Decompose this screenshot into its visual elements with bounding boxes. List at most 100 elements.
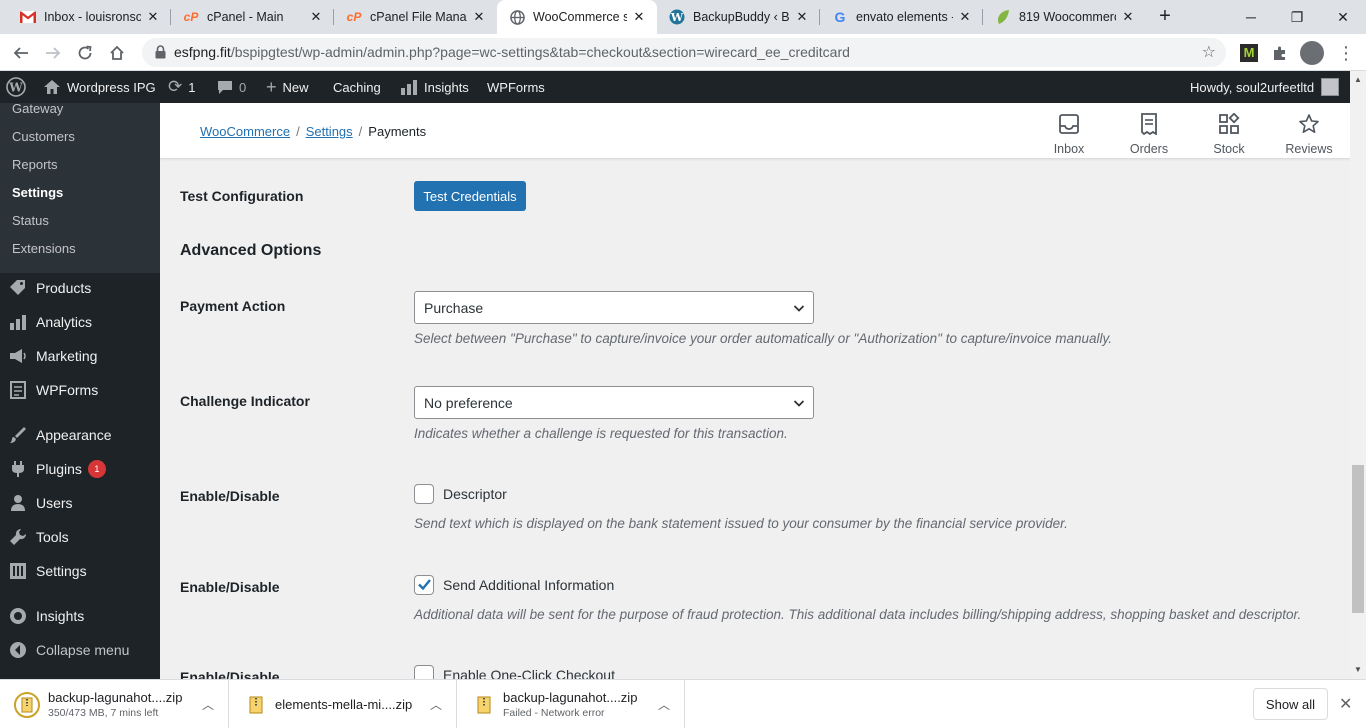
chevron-up-icon[interactable]: ︿	[430, 696, 442, 713]
header-reviews-button[interactable]: Reviews	[1279, 112, 1339, 156]
address-bar[interactable]: esfpng.fit/bspipgtest/wp-admin/admin.php…	[142, 38, 1226, 67]
forward-button[interactable]	[40, 40, 66, 66]
woocommerce-header: WooCommerce / Settings / Payments Inbox Orde…	[160, 103, 1350, 159]
collapse-icon	[0, 641, 36, 659]
sidebar-item-settings[interactable]: Settings	[0, 554, 160, 588]
wordpress-logo-icon[interactable]: W	[6, 71, 26, 103]
wordpress-icon: W	[669, 9, 685, 25]
breadcrumb-settings-link[interactable]: Settings	[306, 124, 353, 139]
scroll-down-arrow[interactable]: ▼	[1354, 665, 1362, 674]
browser-tab[interactable]: cP cPanel File Manag ✕	[334, 0, 497, 34]
sidebar-item-analytics[interactable]: Analytics	[0, 305, 160, 339]
wpforms-link[interactable]: WPForms	[487, 71, 545, 103]
bookmark-star-icon[interactable]: ☆	[1202, 42, 1216, 62]
caching-label: Caching	[333, 79, 381, 95]
lock-icon[interactable]	[155, 45, 166, 62]
sidebar-item-plugins[interactable]: Plugins 1	[0, 452, 160, 486]
back-button[interactable]	[8, 40, 34, 66]
submenu-item-customers[interactable]: Customers	[12, 129, 75, 144]
sidebar-item-products[interactable]: Products	[0, 271, 160, 305]
tab-title: BackupBuddy ‹ Ba	[693, 10, 790, 24]
payment-action-select[interactable]: Purchase	[414, 291, 814, 324]
my-account-link[interactable]: Howdy, soul2urfeetltd	[1190, 71, 1340, 103]
header-stock-button[interactable]: Stock	[1199, 112, 1259, 156]
tab-title: envato elements -	[856, 10, 953, 24]
extension-m-icon[interactable]: M	[1236, 40, 1262, 66]
sidebar-item-label: Insights	[36, 608, 85, 624]
close-icon[interactable]: ✕	[308, 9, 324, 25]
google-icon: G	[834, 9, 846, 25]
challenge-indicator-select[interactable]: No preference	[414, 386, 814, 419]
restore-button[interactable]: ❐	[1274, 0, 1320, 34]
submenu-item-reports[interactable]: Reports	[12, 157, 58, 172]
comments-link[interactable]: 0	[217, 71, 246, 103]
window-close-button[interactable]: ✕	[1320, 0, 1366, 34]
bar-chart-icon	[400, 79, 418, 95]
close-icon[interactable]: ✕	[471, 9, 487, 25]
analytics-icon	[0, 314, 36, 330]
browser-tab-active[interactable]: WooCommerce se ✕	[497, 0, 657, 34]
reviews-icon	[1279, 112, 1339, 136]
one-click-checkbox[interactable]	[414, 665, 434, 679]
site-name-link[interactable]: Wordpress IPG	[43, 71, 156, 103]
header-orders-button[interactable]: Orders	[1119, 112, 1179, 156]
show-all-downloads-button[interactable]: Show all	[1253, 688, 1328, 720]
descriptor-checkbox[interactable]	[414, 484, 434, 504]
additional-info-checkbox[interactable]	[414, 575, 434, 595]
close-icon[interactable]: ✕	[794, 9, 810, 25]
insights-link[interactable]: Insights	[400, 71, 469, 103]
sidebar-item-users[interactable]: Users	[0, 486, 160, 520]
collapse-menu-button[interactable]: Collapse menu	[0, 633, 160, 667]
header-inbox-button[interactable]: Inbox	[1039, 112, 1099, 156]
extensions-puzzle-icon[interactable]	[1267, 40, 1293, 66]
chevron-up-icon[interactable]: ︿	[658, 696, 670, 713]
sidebar-item-wpforms[interactable]: WPForms	[0, 373, 160, 407]
download-item[interactable]: backup-lagunahot....zip Failed - Network…	[457, 680, 685, 728]
descriptor-option-label[interactable]: Descriptor	[443, 486, 507, 502]
chevron-up-icon[interactable]: ︿	[202, 696, 214, 713]
sidebar-item-appearance[interactable]: Appearance	[0, 418, 160, 452]
admin-sidebar: Gateway Customers Reports Settings Statu…	[0, 103, 160, 679]
home-button[interactable]	[104, 40, 130, 66]
close-icon[interactable]: ✕	[1339, 694, 1352, 714]
submenu-item-extensions[interactable]: Extensions	[12, 241, 76, 256]
new-tab-button[interactable]: +	[1153, 5, 1177, 29]
sidebar-item-tools[interactable]: Tools	[0, 520, 160, 554]
sidebar-item-insights[interactable]: Insights	[0, 599, 160, 633]
close-icon[interactable]: ✕	[957, 9, 973, 25]
submenu-item-status[interactable]: Status	[12, 213, 49, 228]
sidebar-item-marketing[interactable]: Marketing	[0, 339, 160, 373]
browser-tab-strip: Inbox - louisronson ✕ cP cPanel - Main ✕…	[0, 0, 1366, 34]
page-scrollbar[interactable]: ▲ ▼	[1350, 71, 1366, 679]
appearance-icon	[0, 426, 36, 444]
minimize-button[interactable]: ─	[1228, 0, 1274, 34]
updates-link[interactable]: ⟳ 1	[168, 71, 195, 103]
profile-avatar[interactable]	[1299, 40, 1325, 66]
tab-title: 819 Woocommerc	[1019, 10, 1116, 24]
scroll-up-arrow[interactable]: ▲	[1354, 75, 1362, 84]
submenu-item-gateway[interactable]: Gateway	[12, 103, 63, 116]
browser-tab[interactable]: Inbox - louisronson ✕	[8, 0, 171, 34]
close-icon[interactable]: ✕	[631, 9, 647, 25]
new-content-link[interactable]: + New	[266, 71, 309, 103]
close-icon[interactable]: ✕	[145, 9, 161, 25]
caching-link[interactable]: Caching	[333, 71, 381, 103]
download-status: 350/473 MB, 7 mins left	[48, 707, 159, 719]
breadcrumb-woocommerce-link[interactable]: WooCommerce	[200, 124, 290, 139]
insights-icon	[0, 607, 36, 625]
download-item[interactable]: backup-lagunahot....zip 350/473 MB, 7 mi…	[0, 680, 229, 728]
download-item[interactable]: elements-mella-mi....zip ︿	[229, 680, 457, 728]
browser-menu-icon[interactable]: ⋮	[1333, 40, 1359, 66]
additional-info-option-label[interactable]: Send Additional Information	[443, 577, 614, 593]
browser-tab[interactable]: G envato elements - ✕	[820, 0, 983, 34]
browser-tab[interactable]: 819 Woocommerc ✕	[983, 0, 1146, 34]
submenu-item-settings[interactable]: Settings	[12, 185, 63, 200]
header-action-label: Orders	[1129, 142, 1169, 156]
browser-tab[interactable]: cP cPanel - Main ✕	[171, 0, 334, 34]
one-click-option-label[interactable]: Enable One-Click Checkout	[443, 667, 615, 679]
reload-button[interactable]	[72, 40, 98, 66]
close-icon[interactable]: ✕	[1120, 9, 1136, 25]
test-credentials-button[interactable]: Test Credentials	[414, 181, 526, 211]
scrollbar-thumb[interactable]	[1352, 465, 1364, 613]
browser-tab[interactable]: W BackupBuddy ‹ Ba ✕	[657, 0, 820, 34]
